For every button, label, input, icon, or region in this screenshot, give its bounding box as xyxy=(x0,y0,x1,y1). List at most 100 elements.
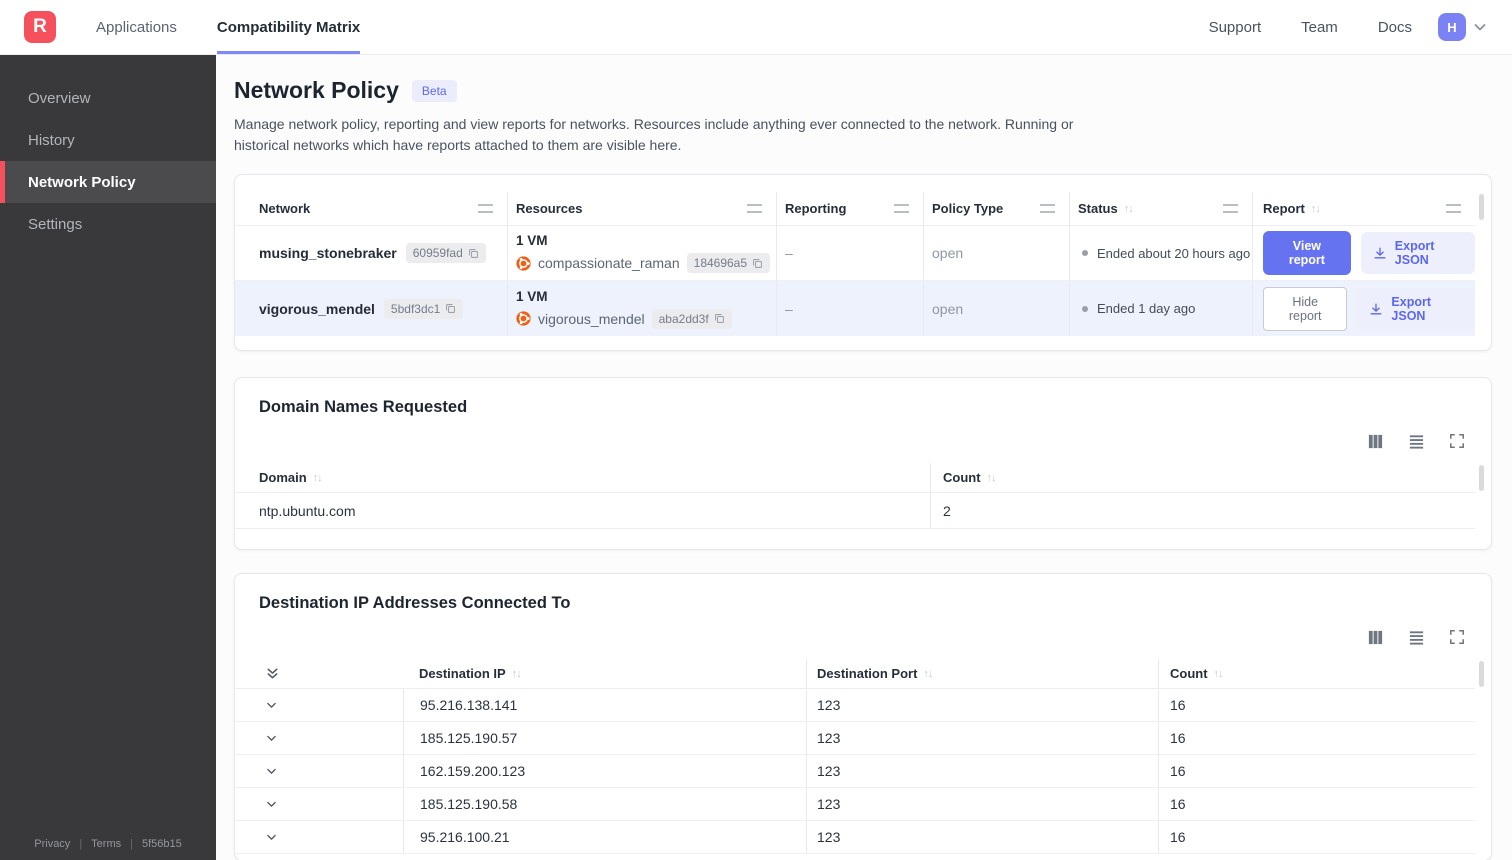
column-header-report[interactable]: Report ↑↓ xyxy=(1252,192,1475,225)
row-expander-icon[interactable] xyxy=(235,689,403,721)
column-header-resources[interactable]: Resources xyxy=(507,192,776,225)
network-id: 5bdf3dc1 xyxy=(390,301,441,316)
nav-link-docs[interactable]: Docs xyxy=(1378,19,1412,36)
count-cell: 16 xyxy=(1158,755,1475,787)
nav-links: Support Team Docs xyxy=(1209,0,1412,54)
row-expander-icon[interactable] xyxy=(235,788,403,820)
resource-name[interactable]: vigorous_mendel xyxy=(538,311,645,327)
export-json-button[interactable]: Export JSON xyxy=(1360,232,1475,274)
column-menu-icon[interactable] xyxy=(894,204,909,213)
column-menu-icon[interactable] xyxy=(478,204,493,213)
column-header-domain[interactable]: Domain ↑↓ xyxy=(235,463,930,492)
resource-name[interactable]: compassionate_raman xyxy=(538,255,680,271)
destination-port-cell: 123 xyxy=(806,755,1158,787)
tab-applications[interactable]: Applications xyxy=(96,0,177,54)
row-expander-icon[interactable] xyxy=(235,821,403,853)
status-text: Ended about 20 hours ago xyxy=(1097,245,1251,261)
destination-table-row[interactable]: 95.216.138.141 123 16 xyxy=(235,689,1475,722)
column-menu-icon[interactable] xyxy=(747,204,762,213)
table-scrollbar[interactable] xyxy=(1479,465,1484,491)
column-menu-icon[interactable] xyxy=(1223,204,1238,213)
columns-icon[interactable] xyxy=(1367,629,1384,646)
network-cell: musing_stonebraker 60959fad xyxy=(235,226,507,280)
destination-table-row[interactable]: 185.125.190.57 123 16 xyxy=(235,722,1475,755)
column-menu-icon[interactable] xyxy=(1446,204,1461,213)
column-header-network[interactable]: Network xyxy=(235,192,507,225)
row-expander-icon[interactable] xyxy=(235,755,403,787)
destination-table-row[interactable]: 162.159.200.123 123 16 xyxy=(235,755,1475,788)
sort-icon[interactable]: ↑↓ xyxy=(313,472,323,484)
column-label: Policy Type xyxy=(932,201,1004,216)
copy-icon[interactable] xyxy=(468,248,479,259)
view-report-button[interactable]: View report xyxy=(1263,231,1351,275)
columns-icon[interactable] xyxy=(1367,433,1384,450)
sidebar: Overview History Network Policy Settings… xyxy=(0,55,216,860)
count-cell: 16 xyxy=(1158,788,1475,820)
row-expander-icon[interactable] xyxy=(235,722,403,754)
network-id-pill: 60959fad xyxy=(405,243,486,263)
column-label: Status xyxy=(1078,201,1118,216)
column-header-count[interactable]: Count ↑↓ xyxy=(1158,659,1475,688)
table-scrollbar[interactable] xyxy=(1479,661,1484,687)
network-name: musing_stonebraker xyxy=(259,245,397,261)
column-header-status[interactable]: Status ↑↓ xyxy=(1069,192,1252,225)
destination-port-cell: 123 xyxy=(806,689,1158,721)
column-header-destination-port[interactable]: Destination Port ↑↓ xyxy=(806,659,1158,688)
column-label: Count xyxy=(1170,666,1208,681)
copy-icon[interactable] xyxy=(714,313,725,324)
sidebar-item-settings[interactable]: Settings xyxy=(0,203,216,245)
network-table-header: Network Resources Reporting Policy Type xyxy=(235,192,1475,226)
status-dot-icon xyxy=(1082,250,1088,256)
column-header-count[interactable]: Count ↑↓ xyxy=(930,463,1475,492)
sort-icon[interactable]: ↑↓ xyxy=(1214,668,1224,680)
count-cell: 16 xyxy=(1158,821,1475,853)
sort-icon[interactable]: ↑↓ xyxy=(1124,203,1134,215)
column-header-destination-ip[interactable]: Destination IP ↑↓ xyxy=(403,659,806,688)
domain-table-row[interactable]: ntp.ubuntu.com 2 xyxy=(235,493,1475,529)
user-menu[interactable]: H xyxy=(1438,0,1488,54)
hide-report-button[interactable]: Hide report xyxy=(1263,286,1348,331)
network-table-row[interactable]: musing_stonebraker 60959fad 1 VM compass… xyxy=(235,226,1475,281)
tab-compatibility-matrix[interactable]: Compatibility Matrix xyxy=(216,0,361,54)
column-header-reporting[interactable]: Reporting xyxy=(776,192,923,225)
row-density-icon[interactable] xyxy=(1408,433,1425,450)
nav-link-support[interactable]: Support xyxy=(1209,19,1262,36)
status-cell: Ended 1 day ago xyxy=(1069,281,1252,336)
sidebar-item-network-policy[interactable]: Network Policy xyxy=(0,161,216,203)
chevron-down-icon[interactable] xyxy=(1472,19,1488,35)
status-cell: Ended about 20 hours ago xyxy=(1069,226,1252,280)
nav-link-team[interactable]: Team xyxy=(1301,19,1338,36)
app-logo[interactable]: R xyxy=(24,11,56,43)
page-title: Network Policy xyxy=(234,77,399,103)
network-cell: vigorous_mendel 5bdf3dc1 xyxy=(235,281,507,336)
table-scrollbar[interactable] xyxy=(1479,194,1484,220)
resource-id-pill: 184696a5 xyxy=(686,253,771,273)
copy-icon[interactable] xyxy=(752,258,763,269)
avatar[interactable]: H xyxy=(1438,13,1466,41)
row-density-icon[interactable] xyxy=(1408,629,1425,646)
expand-all-icon[interactable] xyxy=(235,659,403,688)
sort-icon[interactable]: ↑↓ xyxy=(1311,203,1321,215)
privacy-link[interactable]: Privacy xyxy=(34,838,70,850)
column-header-policy-type[interactable]: Policy Type xyxy=(923,192,1069,225)
copy-icon[interactable] xyxy=(445,303,456,314)
export-json-button[interactable]: Export JSON xyxy=(1357,287,1475,330)
destination-table-row[interactable]: 95.216.100.21 123 16 xyxy=(235,821,1475,854)
sidebar-item-overview[interactable]: Overview xyxy=(0,77,216,119)
sidebar-item-history[interactable]: History xyxy=(0,119,216,161)
destination-port-cell: 123 xyxy=(806,788,1158,820)
sort-icon[interactable]: ↑↓ xyxy=(512,668,522,680)
terms-link[interactable]: Terms xyxy=(91,838,121,850)
column-menu-icon[interactable] xyxy=(1040,204,1055,213)
card-title: Domain Names Requested xyxy=(259,398,468,416)
fullscreen-icon[interactable] xyxy=(1449,433,1465,450)
sort-icon[interactable]: ↑↓ xyxy=(987,472,997,484)
table-toolbar xyxy=(235,433,1491,450)
destination-table-row[interactable]: 185.125.190.58 123 16 xyxy=(235,788,1475,821)
resource-id-pill: aba2dd3f xyxy=(651,308,732,329)
network-table-row[interactable]: vigorous_mendel 5bdf3dc1 1 VM vigorous_m… xyxy=(235,281,1475,336)
destination-port-cell: 123 xyxy=(806,722,1158,754)
column-label: Domain xyxy=(259,470,307,485)
fullscreen-icon[interactable] xyxy=(1449,629,1465,646)
sort-icon[interactable]: ↑↓ xyxy=(923,668,933,680)
